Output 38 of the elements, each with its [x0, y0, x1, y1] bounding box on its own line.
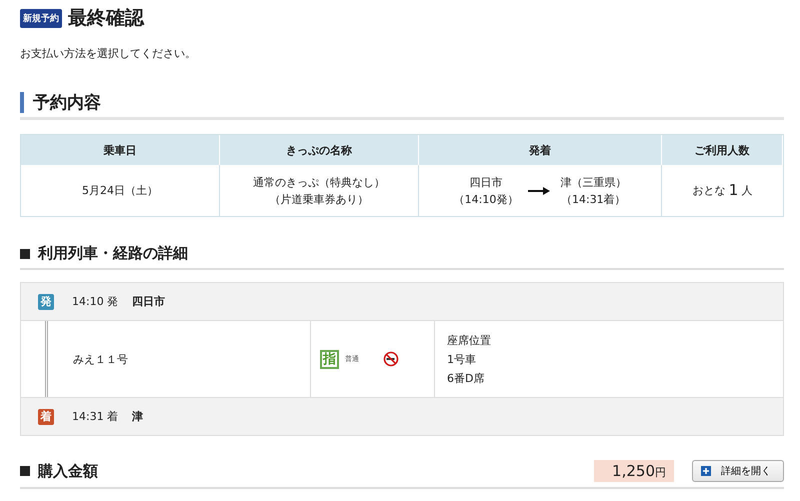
heading-bar-icon: [20, 92, 24, 113]
section-heading: 予約内容: [33, 92, 101, 114]
station-name: 津（三重県）: [560, 174, 626, 190]
departure-badge: 発: [38, 294, 54, 310]
unit-text: 人: [741, 183, 752, 199]
reserved-seat-badge: 指: [320, 350, 339, 368]
time-text: 14:10 発: [72, 294, 118, 309]
section-heading: 購入金額: [38, 462, 98, 480]
new-reservation-badge: 新規予約: [20, 8, 62, 28]
date-cell-text: 5月24日（土）: [82, 183, 158, 199]
ticket-name-text: （片道乗車券あり）: [270, 192, 368, 208]
station-name: 四日市: [469, 174, 502, 190]
column-header: 乗車日: [21, 135, 220, 165]
station-name: 津: [132, 409, 144, 424]
seat-info-text: 1号車: [447, 352, 476, 368]
page-title: 最終確認: [68, 6, 144, 31]
column-header: 発着: [419, 135, 662, 165]
section-heading: 利用列車・経路の詳細: [38, 244, 188, 263]
plus-icon: [701, 466, 711, 476]
seat-info-text: 6番D席: [447, 370, 484, 386]
instruction-text: お支払い方法を選択してください。: [20, 46, 197, 61]
station-name: 四日市: [132, 294, 166, 309]
time-text: （14:31着）: [560, 192, 626, 208]
square-bullet-icon: [20, 248, 30, 258]
square-bullet-icon: [20, 466, 30, 476]
details-button[interactable]: 詳細を開く: [692, 460, 784, 482]
ticket-name-text: 通常のきっぷ（特典なし）: [253, 174, 385, 190]
time-text: （14:10発）: [454, 192, 518, 208]
train-name: みえ１１号: [73, 352, 128, 366]
column-header: ご利用人数: [662, 135, 783, 165]
column-header: きっぷの名称: [220, 135, 419, 165]
arrival-badge: 着: [38, 408, 54, 424]
passenger-count: 1: [728, 182, 738, 199]
arrow-icon: [528, 186, 550, 194]
seat-info-text: 座席位置: [447, 332, 491, 348]
time-text: 14:31 着: [72, 409, 118, 424]
passenger-type: おとな: [692, 183, 726, 199]
price-amount: 1,250円: [594, 460, 674, 482]
